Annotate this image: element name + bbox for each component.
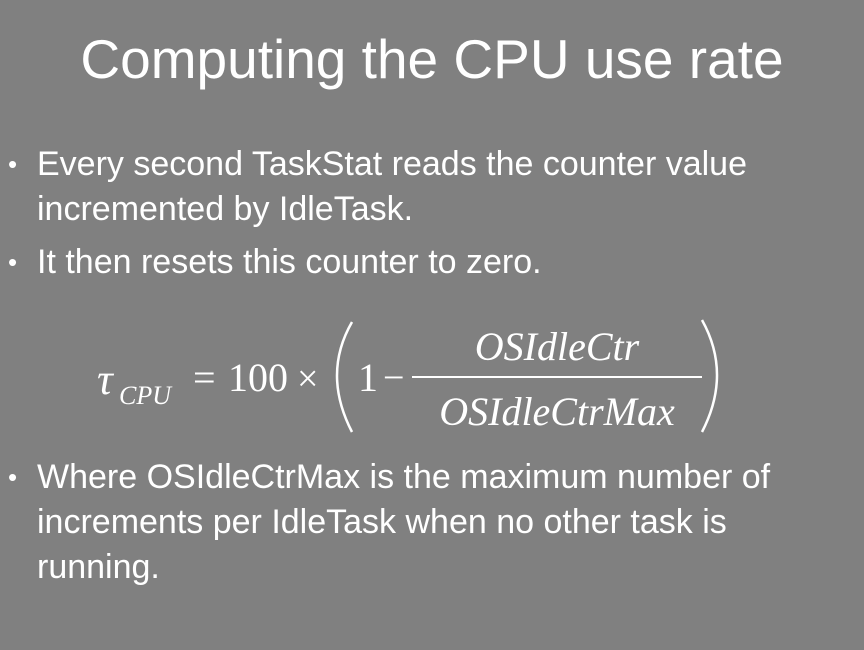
formula-numerator: OSIdleCtr	[475, 324, 640, 369]
formula-svg: τ CPU = 100 × 1 − OSIdleCtr OSIdleCtrMax	[97, 319, 719, 434]
left-paren	[335, 321, 354, 433]
bullet-item: • It then resets this counter to zero.	[0, 240, 864, 285]
right-paren	[700, 319, 719, 433]
formula-times: ×	[297, 358, 318, 400]
formula-tau: τ	[97, 355, 115, 404]
bullet-text: Every second TaskStat reads the counter …	[37, 145, 747, 228]
bullet-dot: •	[8, 149, 18, 179]
formula-factor: 100	[228, 355, 288, 400]
formula-equals: =	[193, 355, 216, 400]
bullet-text: It then resets this counter to zero.	[37, 243, 542, 281]
bullet-list-top: • Every second TaskStat reads the counte…	[0, 142, 864, 293]
bullet-item: • Every second TaskStat reads the counte…	[0, 142, 864, 232]
bullet-list-bottom: • Where OSIdleCtrMax is the maximum numb…	[0, 455, 864, 598]
formula-one: 1	[358, 355, 378, 400]
formula-subscript: CPU	[119, 381, 173, 410]
bullet-item: • Where OSIdleCtrMax is the maximum numb…	[0, 455, 864, 590]
bullet-dot: •	[8, 462, 18, 492]
slide-title: Computing the CPU use rate	[80, 28, 784, 90]
cpu-usage-formula: τ CPU = 100 × 1 − OSIdleCtr OSIdleCtrMax	[0, 308, 864, 448]
formula-minus: −	[383, 357, 404, 399]
formula-denominator: OSIdleCtrMax	[439, 389, 675, 434]
bullet-dot: •	[8, 247, 18, 277]
bullet-text: Where OSIdleCtrMax is the maximum number…	[37, 458, 771, 586]
